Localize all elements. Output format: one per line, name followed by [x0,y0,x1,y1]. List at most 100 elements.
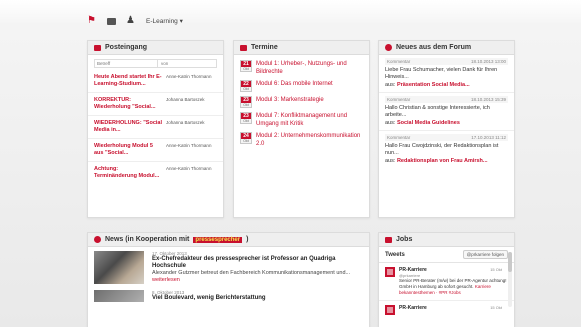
news-title-suffix: ) [246,236,249,243]
date-weekday: Okt [241,67,251,71]
post-source: aus: Redaktionsplan von Frau Amirsh... [385,158,508,164]
event-title[interactable]: Modul 2: Unternehmenskommunikation 2.0 [256,132,363,148]
post-excerpt: Liebe Frau Schumacher, vielen Dank für I… [385,67,498,80]
event-title[interactable]: Modul 7: Konfliktmanagement und Umgang m… [256,112,363,128]
post-source: aus: Social Media Guidelines [385,120,508,126]
date-badge: 24 Okt [240,132,252,144]
posteingang-title: Posteingang [105,44,148,51]
person-icon[interactable]: ♟ [126,16,136,26]
date-badge: 22 Okt [240,80,252,92]
tweet-time: 15 Okt [490,267,502,272]
message-from: Anne-Katrin Thormann [166,143,212,148]
pressesprecher-logo[interactable]: pressesprecher [193,236,243,243]
elearning-menu[interactable]: E-Learning ▾ [146,17,183,25]
news-thumbnail[interactable] [94,251,144,284]
news-headline[interactable]: Ex-Chefredakteur des pressesprecher ist … [152,256,363,270]
message-row[interactable]: Wiederholung Modul 5 aus "Social... Anne… [88,139,223,162]
tweet-text: Senior PR-Berater (m/w) bei der PR-Agent… [399,278,508,296]
post-type: Kommentar [387,135,411,140]
forum-post-meta: Kommentar 18.10.2013 15:39 [385,96,508,103]
forum-title: Neues aus dem Forum [396,44,472,51]
message-subject[interactable]: KORREKTUR: Wiederholung "Social... [94,97,162,111]
termine-panel: Termine 21 Okt Modul 1: Urheber-, Nutzung… [233,40,370,218]
date-weekday: Okt [241,87,251,91]
termine-header: Termine [234,41,369,55]
jobs-header: Jobs [379,233,514,247]
post-type: Kommentar [387,97,411,102]
news-thumbnail[interactable] [94,290,144,302]
message-subject[interactable]: Achtung: Terminänderung Modul... [94,166,162,180]
chevron-down-icon: ▾ [179,18,183,25]
message-from: Johanna Bartoszek [166,97,205,102]
news-headline[interactable]: Viel Boulevard, wenig Berichterstattung [152,295,266,302]
posteingang-header: Posteingang [88,41,223,55]
home-icon[interactable]: ⚑ [87,16,97,26]
post-source-prefix: aus: [385,158,396,164]
column-subject[interactable]: Betreff [94,59,158,68]
scrollbar-thumb[interactable] [508,252,512,272]
message-row[interactable]: Achtung: Terminänderung Modul... Anne-Ka… [88,162,223,184]
post-source-link[interactable]: Präsentation Social Media... [397,82,470,88]
post-timestamp: 17.10.2013 11:12 [471,135,506,140]
post-source-link[interactable]: Social Media Guidelines [397,120,460,126]
date-badge: 23 Okt [240,112,252,124]
message-row[interactable]: Heute Abend startet Ihr E-Learning-Studi… [88,70,223,93]
post-excerpt: Hallo Frau Cwojdzinski, der Redaktionspl… [385,143,499,156]
event-row[interactable]: 23 Okt Modul 3: Markenstrategie [234,94,369,110]
forum-post-meta: Kommentar 17.10.2013 11:12 [385,134,508,141]
follow-button[interactable]: @prkarriere folgen [462,250,508,259]
post-type: Kommentar [387,59,411,64]
post-excerpt: Hallo Christian & sonstige Interessierte… [385,105,490,118]
avatar[interactable] [385,267,395,277]
tweet: PR-Karriere @prkarriere Senior PR-Berate… [379,263,514,301]
jobs-title: Jobs [396,236,413,243]
forum-post: Kommentar 18.10.2013 15:39 Hallo Christia… [379,93,514,131]
date-weekday: Okt [241,119,251,123]
news-teaser: Alexander Gutzmer betreut den Fachbereic… [152,270,351,276]
message-from: Anne-Katrin Thormann [166,74,212,79]
tweet: PR-Karriere 15 Okt [379,301,514,319]
posteingang-columns: Betreff von [88,55,223,70]
message-from: Anne-Katrin Thormann [166,166,212,171]
news-item: 8. Oktober 2013 Viel Boulevard, wenig Be… [88,288,369,306]
post-source-prefix: aus: [385,82,396,88]
tweets-label: Tweets [385,251,405,258]
tweets-bar: Tweets @prkarriere folgen [379,247,514,263]
event-row[interactable]: 23 Okt Modul 7: Konfliktmanagement und Um… [234,110,369,130]
message-subject[interactable]: WIEDERHOLUNG: "Social Media in... [94,120,162,134]
message-from: Johanna Bartoszek [166,120,205,125]
date-badge: 23 Okt [240,96,252,108]
message-subject[interactable]: Wiederholung Modul 5 aus "Social... [94,143,162,157]
column-from[interactable]: von [158,59,217,68]
people-icon [385,44,392,51]
news-panel: News (in Kooperation mit pressesprecher … [87,232,370,327]
top-navigation: ⚑ ♟ E-Learning ▾ [87,12,183,30]
read-more-link[interactable]: weiterlesen [152,277,363,283]
message-row[interactable]: KORREKTUR: Wiederholung "Social... Johan… [88,93,223,116]
post-source-link[interactable]: Redaktionsplan von Frau Amirsh... [397,158,488,164]
event-title[interactable]: Modul 3: Markenstrategie [256,96,324,104]
event-title[interactable]: Modul 1: Urheber-, Nutzungs- und Bildrec… [256,60,363,76]
tweet-time: 15 Okt [490,305,502,310]
globe-icon [94,236,101,243]
event-row[interactable]: 24 Okt Modul 2: Unternehmenskommunikation… [234,130,369,150]
calendar-icon [240,44,247,51]
date-weekday: Okt [241,139,251,143]
forum-post: Kommentar 17.10.2013 11:12 Hallo Frau Cwo… [379,131,514,168]
mail-icon[interactable] [107,17,116,25]
jobs-panel: Jobs Tweets @prkarriere folgen PR-Karrie… [378,232,515,327]
event-row[interactable]: 22 Okt Modul 6: Das mobile Internet [234,78,369,94]
termine-title: Termine [251,44,278,51]
forum-post-meta: Kommentar 18.10.2013 13:00 [385,58,508,65]
post-timestamp: 18.10.2013 15:39 [470,97,506,102]
event-row[interactable]: 21 Okt Modul 1: Urheber-, Nutzungs- und B… [234,58,369,78]
avatar[interactable] [385,305,395,315]
post-source: aus: Präsentation Social Media... [385,82,508,88]
news-title-prefix: News (in Kooperation mit [105,236,190,243]
message-subject[interactable]: Heute Abend startet Ihr E-Learning-Studi… [94,74,162,88]
elearning-label: E-Learning [146,18,178,25]
scrollbar[interactable] [508,252,512,307]
posteingang-panel: Posteingang Betreff von Heute Abend star… [87,40,224,218]
event-title[interactable]: Modul 6: Das mobile Internet [256,80,333,88]
message-row[interactable]: WIEDERHOLUNG: "Social Media in... Johann… [88,116,223,139]
